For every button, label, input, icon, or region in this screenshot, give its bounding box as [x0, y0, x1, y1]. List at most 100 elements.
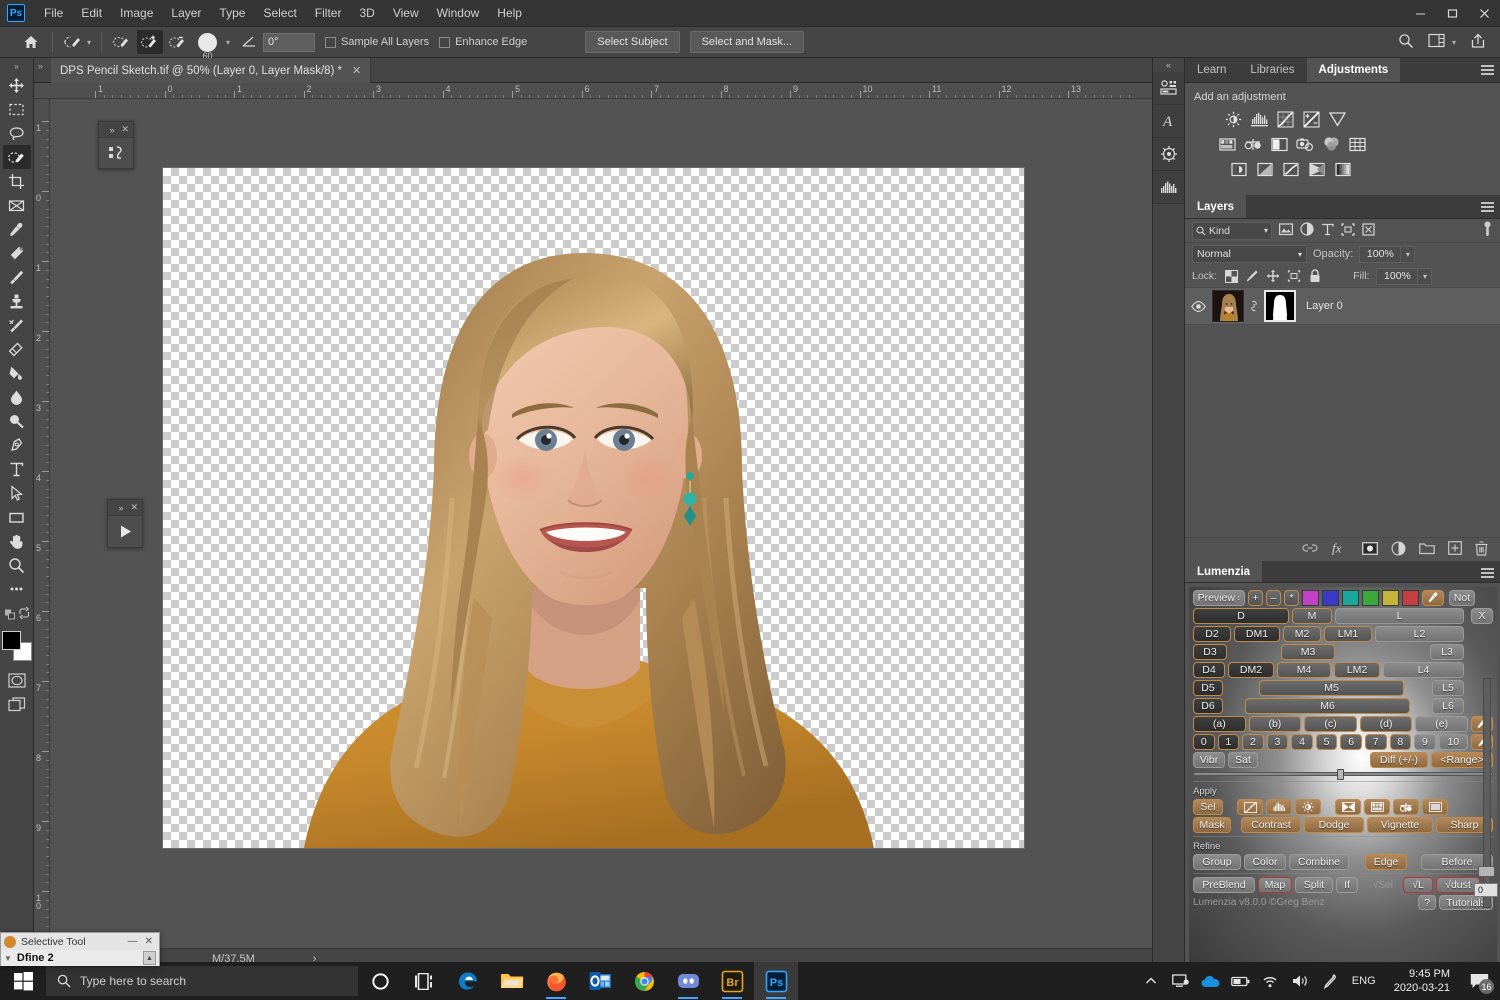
- fill-input[interactable]: 100%: [1376, 268, 1418, 285]
- language-indicator[interactable]: ENG: [1346, 962, 1382, 1000]
- menu-layer[interactable]: Layer: [162, 2, 210, 24]
- home-icon[interactable]: [16, 34, 46, 50]
- edit-toolbar-tool[interactable]: [3, 577, 31, 601]
- close-icon[interactable]: ✕: [130, 502, 138, 513]
- color-balance-icon[interactable]: [1393, 799, 1419, 815]
- nik-filter-item[interactable]: Dfine 2: [17, 952, 54, 964]
- foreground-color-swatch[interactable]: [2, 631, 21, 650]
- lock-all-icon[interactable]: [1308, 269, 1322, 283]
- button-M3[interactable]: M3: [1281, 644, 1335, 660]
- adobe-bridge-icon[interactable]: Br: [710, 962, 754, 1000]
- table-row[interactable]: Layer 0: [1185, 287, 1500, 325]
- vl-button[interactable]: √L: [1403, 877, 1433, 893]
- preblend-button[interactable]: PreBlend: [1193, 877, 1255, 893]
- saturation-button[interactable]: Sat: [1228, 752, 1258, 768]
- posterize-icon[interactable]: [1256, 160, 1274, 178]
- button-zone-8[interactable]: 8: [1390, 734, 1412, 750]
- blend-mode-select[interactable]: Normal ▾: [1192, 245, 1307, 263]
- new-layer-icon[interactable]: [1448, 541, 1462, 558]
- layer-visibility-toggle[interactable]: [1189, 301, 1207, 312]
- plus-button[interactable]: +: [1248, 590, 1263, 606]
- brightness-contrast-icon[interactable]: [1224, 110, 1242, 128]
- layer-thumbnail[interactable]: [1212, 290, 1244, 322]
- layer-name[interactable]: Layer 0: [1306, 300, 1343, 312]
- help-button[interactable]: ?: [1418, 895, 1436, 910]
- curves-icon[interactable]: [1276, 110, 1294, 128]
- button-D6[interactable]: D6: [1193, 698, 1223, 714]
- glyphs-icon[interactable]: A: [1153, 105, 1184, 138]
- button-zone-b[interactable]: (b): [1249, 716, 1302, 732]
- shape-layer-filter-icon[interactable]: [1341, 223, 1355, 239]
- button-zone-e[interactable]: (e): [1415, 716, 1468, 732]
- color-libraries-icon[interactable]: [1153, 72, 1184, 105]
- preview-button[interactable]: Preview ↕: [1193, 590, 1245, 606]
- horizontal-ruler[interactable]: 1012345678910111213: [34, 83, 1152, 99]
- button-zone-4[interactable]: 4: [1291, 734, 1313, 750]
- menu-select[interactable]: Select: [254, 2, 305, 24]
- lumenzia-value-field[interactable]: 0: [1474, 883, 1498, 897]
- clock[interactable]: 9:45 PM 2020-03-21: [1382, 967, 1462, 995]
- share-icon[interactable]: [1470, 33, 1486, 52]
- lock-position-icon[interactable]: [1266, 269, 1280, 283]
- button-zone-5[interactable]: 5: [1316, 734, 1338, 750]
- tool-preset-picker[interactable]: ▾: [59, 33, 95, 51]
- lasso-tool[interactable]: [3, 121, 31, 145]
- button-zone-1[interactable]: 1: [1218, 734, 1240, 750]
- swatch-magenta[interactable]: [1302, 590, 1319, 606]
- sel-button[interactable]: Sel: [1193, 799, 1223, 815]
- layer-style-icon[interactable]: fx: [1331, 541, 1349, 558]
- brightness-contrast-icon[interactable]: [1295, 799, 1321, 815]
- exposure-icon[interactable]: [1302, 110, 1320, 128]
- move-tool[interactable]: [3, 73, 31, 97]
- tab-adjustments[interactable]: Adjustments: [1307, 58, 1401, 82]
- swatch-yellow[interactable]: [1382, 590, 1399, 606]
- link-layers-icon[interactable]: [1302, 543, 1318, 556]
- remote-desktop-icon[interactable]: [1166, 962, 1196, 1000]
- adobe-photoshop-icon[interactable]: Ps: [754, 962, 798, 1000]
- stepper-icon[interactable]: ↕: [1237, 595, 1241, 602]
- minus-button[interactable]: –: [1266, 590, 1281, 606]
- button-M2[interactable]: M2: [1283, 626, 1321, 642]
- menu-3d[interactable]: 3D: [350, 2, 383, 24]
- color-balance-icon[interactable]: [1244, 135, 1262, 153]
- firefox-icon[interactable]: [534, 962, 578, 1000]
- not-button[interactable]: Not: [1449, 590, 1475, 606]
- button-L6[interactable]: L6: [1432, 698, 1464, 714]
- menu-help[interactable]: Help: [488, 2, 531, 24]
- layer-filter-kind-select[interactable]: Kind ▾: [1192, 222, 1272, 240]
- panel-menu-icon[interactable]: [1481, 65, 1494, 77]
- rectangular-marquee-tool[interactable]: [3, 97, 31, 121]
- button-zone-10[interactable]: 10: [1439, 734, 1468, 750]
- histogram-icon[interactable]: [1153, 171, 1184, 204]
- document-canvas[interactable]: [163, 168, 1024, 848]
- document-tab[interactable]: DPS Pencil Sketch.tif @ 50% (Layer 0, La…: [51, 58, 371, 83]
- outlook-icon[interactable]: [578, 962, 622, 1000]
- selective-color-icon[interactable]: [1334, 160, 1352, 178]
- type-layer-filter-icon[interactable]: [1321, 223, 1334, 239]
- vertical-ruler[interactable]: 101234567891 0: [34, 99, 50, 948]
- clone-stamp-tool[interactable]: [3, 289, 31, 313]
- brush-tool[interactable]: [3, 265, 31, 289]
- black-white-icon[interactable]: [1270, 135, 1288, 153]
- battery-icon[interactable]: [1226, 962, 1256, 1000]
- blur-tool[interactable]: [3, 385, 31, 409]
- solid-color-icon[interactable]: [1422, 799, 1448, 815]
- channel-mixer-icon[interactable]: [1322, 135, 1340, 153]
- add-layer-mask-icon[interactable]: [1362, 542, 1378, 558]
- color-swatches[interactable]: [2, 631, 32, 661]
- close-button[interactable]: [1468, 0, 1500, 27]
- 3d-icon[interactable]: [1153, 138, 1184, 171]
- workspace-icon[interactable]: [1428, 33, 1445, 51]
- path-selection-tool[interactable]: [3, 481, 31, 505]
- nik-menu-icon[interactable]: [99, 137, 133, 168]
- angle-input[interactable]: 0°: [263, 33, 315, 52]
- contrast-button[interactable]: Contrast: [1241, 817, 1301, 833]
- slider-thumb[interactable]: [1337, 769, 1344, 780]
- google-chrome-icon[interactable]: [622, 962, 666, 1000]
- show-hidden-icons-icon[interactable]: [1136, 962, 1166, 1000]
- nik-scroll-up-button[interactable]: ▲: [143, 951, 156, 965]
- lock-image-pixels-icon[interactable]: [1245, 269, 1259, 283]
- pixel-layer-filter-icon[interactable]: [1279, 223, 1293, 239]
- button-zone-2[interactable]: 2: [1242, 734, 1264, 750]
- wifi-icon[interactable]: [1256, 962, 1286, 1000]
